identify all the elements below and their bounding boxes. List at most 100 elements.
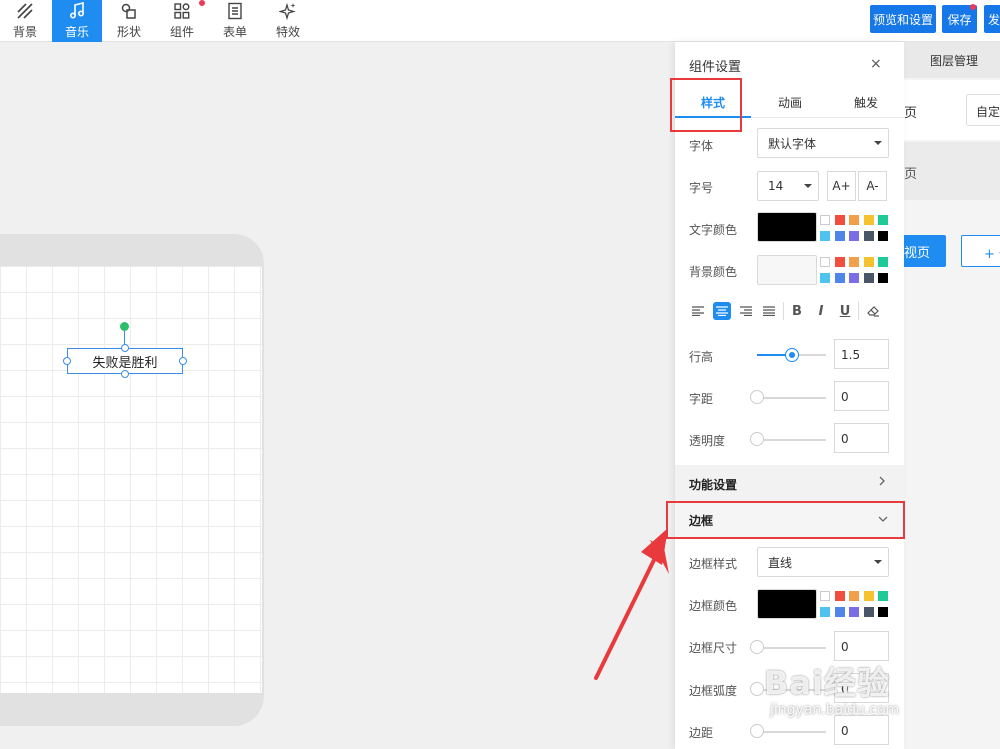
bg-color-swatch[interactable]	[757, 255, 817, 285]
bold-icon[interactable]: B	[788, 302, 806, 320]
color-swatch-option[interactable]	[878, 231, 888, 241]
toolbar-component-button[interactable]: 组件	[157, 0, 207, 42]
color-swatch-option[interactable]	[878, 607, 888, 617]
padding-input[interactable]: 0	[834, 715, 889, 745]
page-label: 页	[904, 106, 918, 121]
resize-handle-bottom[interactable]	[121, 370, 129, 378]
color-swatch-option[interactable]	[849, 591, 859, 601]
padding-slider-knob[interactable]	[750, 724, 764, 738]
color-swatch-option[interactable]	[820, 273, 830, 283]
border-style-label: 边框样式	[689, 557, 738, 571]
border-radius-slider-knob[interactable]	[750, 682, 764, 696]
toolbar-effect-button[interactable]: 特效	[263, 0, 313, 42]
chevron-right-icon	[878, 475, 886, 489]
opacity-slider[interactable]	[757, 439, 826, 441]
opacity-input[interactable]: 0	[834, 423, 889, 453]
publish-button[interactable]: 发	[984, 5, 1000, 33]
color-swatch-option[interactable]	[878, 215, 888, 225]
top-toolbar: 背景 音乐 形状 组件 表单 特效 预览和设置 保存 发	[0, 0, 1000, 42]
size-select[interactable]: 14	[757, 171, 819, 201]
color-swatch-option[interactable]	[834, 257, 845, 267]
align-justify-icon[interactable]	[760, 302, 778, 320]
align-center-icon[interactable]	[713, 302, 731, 320]
color-swatch-option[interactable]	[849, 215, 859, 225]
underline-icon[interactable]: U	[836, 302, 854, 320]
preview-settings-button[interactable]: 预览和设置	[870, 5, 936, 33]
resize-handle-left[interactable]	[63, 357, 71, 365]
custom-select[interactable]: 自定义	[966, 94, 1000, 126]
text-color-label: 文字颜色	[689, 223, 738, 237]
color-swatch-option[interactable]	[863, 215, 874, 225]
toolbar-music-button[interactable]: 音乐	[52, 0, 102, 42]
border-color-label: 边框颜色	[689, 599, 738, 613]
color-swatch-option[interactable]	[863, 273, 874, 283]
toolbar-background-button[interactable]: 背景	[0, 0, 50, 42]
layer-management-tab[interactable]: 图层管理	[930, 52, 978, 69]
opacity-slider-knob[interactable]	[750, 432, 764, 446]
line-height-slider-knob[interactable]	[784, 348, 799, 362]
align-left-icon[interactable]	[689, 302, 707, 320]
align-right-icon[interactable]	[737, 302, 755, 320]
rotate-handle[interactable]	[120, 322, 129, 331]
color-swatch-option[interactable]	[820, 231, 830, 241]
color-swatch-option[interactable]	[834, 231, 845, 241]
line-height-input[interactable]: 1.5	[834, 339, 889, 369]
color-swatch-option[interactable]	[820, 257, 830, 267]
border-size-slider[interactable]	[757, 647, 826, 649]
page-row-label: 页	[904, 167, 918, 182]
add-page-button[interactable]: + 也	[961, 235, 1000, 267]
color-swatch-option[interactable]	[849, 231, 859, 241]
resize-handle-top[interactable]	[121, 344, 129, 352]
color-swatch-option[interactable]	[834, 607, 845, 617]
color-swatch-option[interactable]	[849, 257, 859, 267]
color-swatch-option[interactable]	[863, 591, 874, 601]
border-size-slider-knob[interactable]	[750, 640, 764, 654]
color-swatch-option[interactable]	[878, 257, 888, 267]
font-size-increase-button[interactable]: A+	[827, 171, 856, 201]
letter-spacing-slider[interactable]	[757, 397, 826, 399]
toolbar-shape-button[interactable]: 形状	[104, 0, 154, 42]
sparkle-icon	[279, 2, 296, 20]
eraser-icon[interactable]	[864, 302, 882, 320]
size-select-value: 14	[768, 179, 784, 193]
toolbar-label: 表单	[222, 25, 247, 39]
color-swatch-option[interactable]	[849, 607, 859, 617]
border-style-select[interactable]: 直线	[757, 547, 889, 577]
toolbar-label: 背景	[12, 25, 37, 39]
border-color-swatch[interactable]	[757, 589, 817, 619]
italic-icon[interactable]: I	[812, 302, 830, 320]
chevron-down-icon	[874, 141, 882, 145]
color-swatch-option[interactable]	[820, 607, 830, 617]
page-row[interactable]	[904, 142, 1000, 200]
letter-spacing-input[interactable]: 0	[834, 381, 889, 411]
color-swatch-option[interactable]	[863, 231, 874, 241]
border-size-input[interactable]: 0	[834, 631, 889, 661]
color-swatch-option[interactable]	[834, 273, 845, 283]
color-swatch-option[interactable]	[834, 215, 845, 225]
font-size-decrease-button[interactable]: A-	[858, 171, 887, 201]
canvas-screen[interactable]	[0, 266, 262, 693]
font-select[interactable]: 默认字体	[757, 128, 889, 158]
color-swatch-option[interactable]	[863, 607, 874, 617]
text-color-swatch[interactable]	[757, 212, 817, 242]
color-swatch-option[interactable]	[820, 215, 830, 225]
annotation-box-style-tab	[670, 78, 742, 132]
color-swatch-option[interactable]	[849, 273, 859, 283]
close-icon[interactable]: ×	[870, 56, 882, 72]
padding-slider[interactable]	[757, 731, 826, 733]
color-swatch-option[interactable]	[878, 591, 888, 601]
toolbar-form-button[interactable]: 表单	[210, 0, 260, 42]
tab-animation[interactable]: 动画	[778, 94, 802, 111]
letter-spacing-slider-knob[interactable]	[750, 390, 764, 404]
color-swatch-option[interactable]	[820, 591, 830, 601]
bg-color-label: 背景颜色	[689, 265, 738, 279]
color-swatch-option[interactable]	[863, 257, 874, 267]
resize-handle-right[interactable]	[179, 357, 187, 365]
letter-spacing-label: 字距	[689, 392, 714, 406]
color-swatch-option[interactable]	[878, 273, 888, 283]
color-swatch-option[interactable]	[834, 591, 845, 601]
tab-trigger[interactable]: 触发	[854, 94, 878, 111]
page-primary-button[interactable]: 视页	[904, 235, 946, 267]
baidu-watermark-url: jingyan.baidu.com	[770, 702, 900, 718]
padding-label: 边距	[689, 726, 714, 740]
